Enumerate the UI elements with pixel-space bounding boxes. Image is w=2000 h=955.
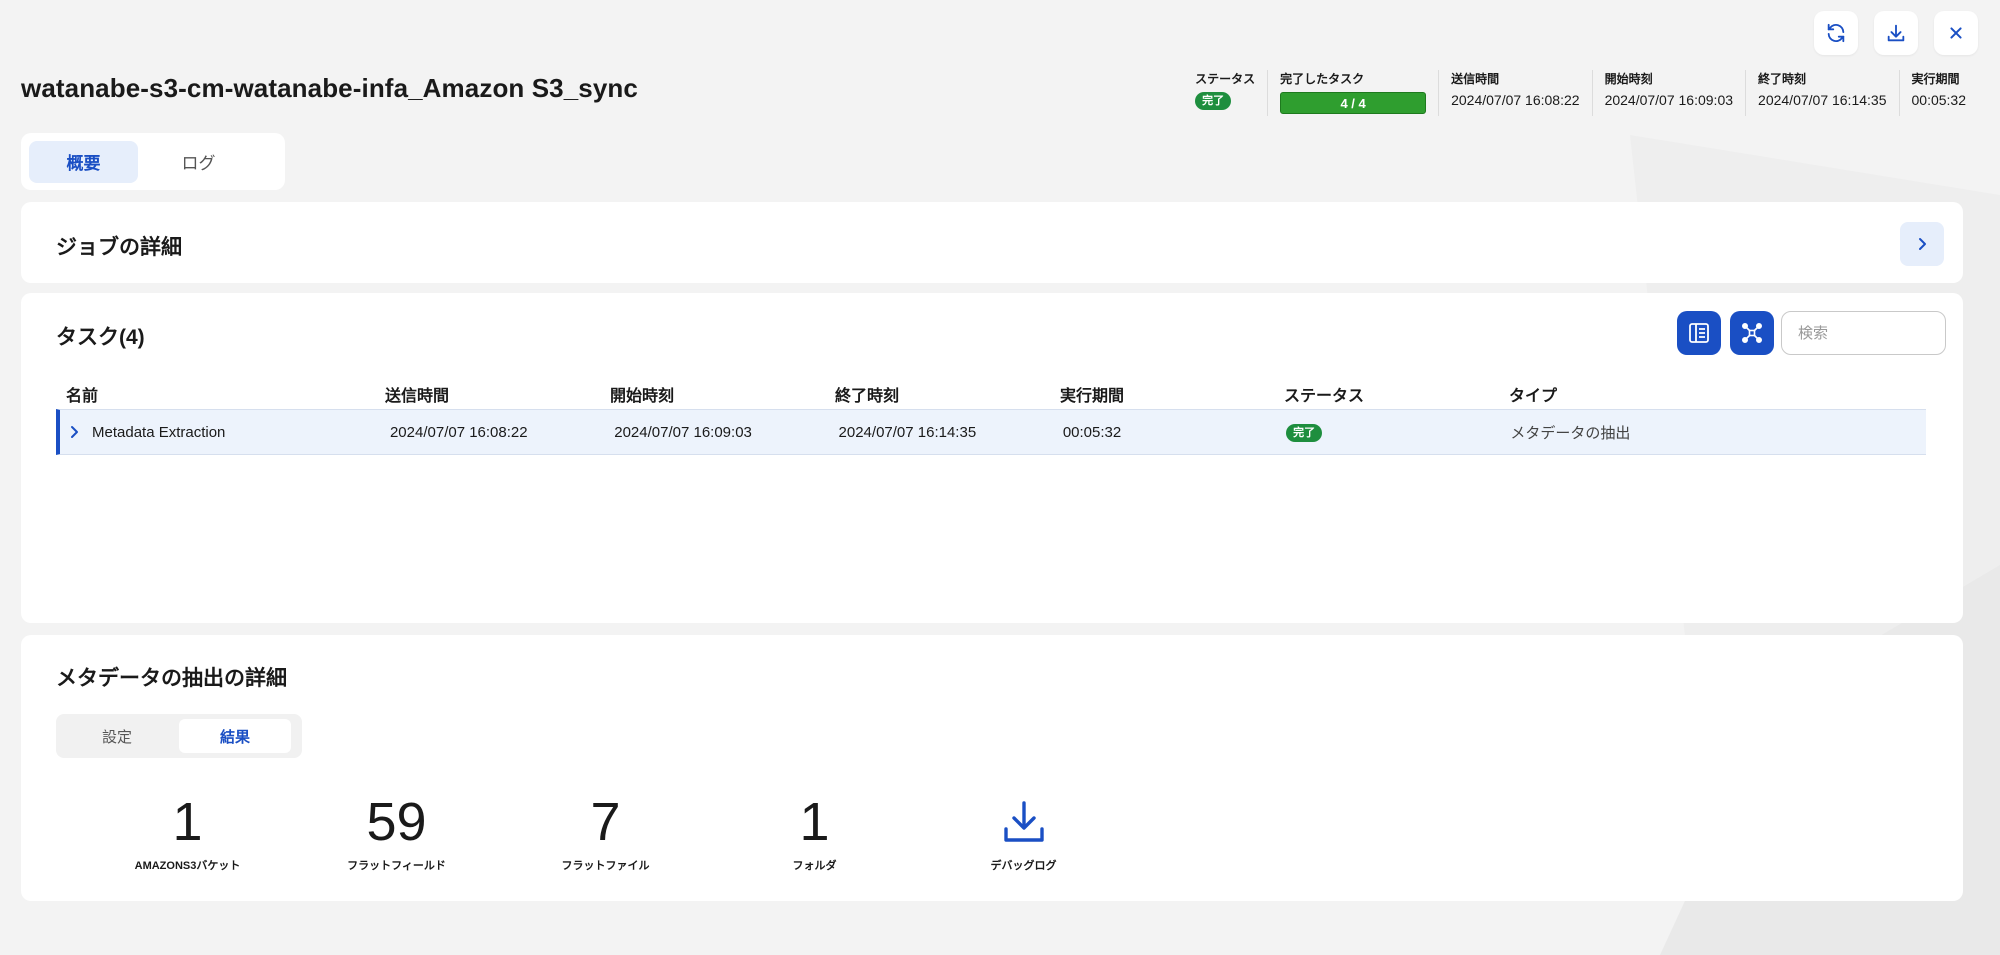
summary-status: ステータス 完了 bbox=[1183, 70, 1267, 116]
status-badge: 完了 bbox=[1286, 423, 1323, 442]
extraction-stats: 1 AMAZONS3バケット 59 フラットフィールド 7 フラットファイル 1… bbox=[83, 793, 1128, 873]
task-start: 2024/07/07 16:09:03 bbox=[614, 423, 752, 441]
stat-value: 7 bbox=[590, 792, 621, 852]
tasks-card: タスク(4) 名前 送信時間 開始時刻 終了時刻 実行期間 ステータス タイプ bbox=[21, 293, 1963, 623]
tab-results[interactable]: 結果 bbox=[179, 719, 291, 753]
stat-label: AMAZONS3バケット bbox=[134, 860, 241, 872]
stat-flat-fields: 59 フラットフィールド bbox=[292, 793, 501, 873]
column-header-end[interactable]: 終了時刻 bbox=[835, 382, 1060, 406]
column-header-type[interactable]: タイプ bbox=[1509, 382, 1926, 406]
status-badge: 完了 bbox=[1195, 92, 1232, 110]
download-button[interactable] bbox=[1874, 11, 1918, 55]
extraction-tabs: 設定 結果 bbox=[56, 714, 302, 758]
stat-value: 1 bbox=[172, 792, 203, 852]
summary-end: 終了時刻 2024/07/07 16:14:35 bbox=[1745, 70, 1898, 116]
summary-submitted: 送信時間 2024/07/07 16:08:22 bbox=[1438, 70, 1591, 116]
stat-value: 1 bbox=[799, 792, 830, 852]
stat-label: フラットファイル bbox=[561, 860, 650, 872]
task-name: Metadata Extraction bbox=[92, 423, 226, 441]
download-icon[interactable] bbox=[1002, 799, 1046, 845]
column-header-duration[interactable]: 実行期間 bbox=[1060, 382, 1284, 406]
tab-settings[interactable]: 設定 bbox=[61, 719, 173, 753]
job-details-title: ジョブの詳細 bbox=[56, 236, 182, 259]
stat-folders: 1 フォルダ bbox=[710, 793, 919, 873]
extraction-details-title: メタデータの抽出の詳細 bbox=[56, 667, 287, 690]
tab-logs[interactable]: ログ bbox=[144, 141, 253, 183]
close-button[interactable] bbox=[1934, 11, 1978, 55]
tab-overview[interactable]: 概要 bbox=[29, 140, 138, 183]
task-status-cell: 完了 bbox=[1286, 423, 1510, 442]
task-duration: 00:05:32 bbox=[1062, 423, 1122, 441]
graph-view-icon bbox=[1741, 322, 1762, 343]
job-details-card: ジョブの詳細 bbox=[21, 202, 1963, 283]
tasks-progress-bar: 4 / 4 bbox=[1280, 92, 1427, 114]
expand-row-chevron-icon[interactable] bbox=[68, 425, 80, 439]
stat-s3-buckets: 1 AMAZONS3バケット bbox=[83, 793, 292, 873]
list-view-button[interactable] bbox=[1677, 311, 1721, 355]
summary-start: 開始時刻 2024/07/07 16:09:03 bbox=[1591, 70, 1745, 116]
page-title: watanabe-s3-cm-watanabe-infa_Amazon S3_s… bbox=[21, 73, 638, 103]
task-type: メタデータの抽出 bbox=[1510, 424, 1631, 442]
stat-flat-files: 7 フラットファイル bbox=[501, 793, 710, 873]
task-name-cell: Metadata Extraction bbox=[60, 424, 388, 441]
summary-duration: 実行期間 00:05:32 bbox=[1898, 70, 1979, 116]
download-icon bbox=[1887, 24, 1905, 42]
tasks-table: 名前 送信時間 開始時刻 終了時刻 実行期間 ステータス タイプ Metadat… bbox=[56, 379, 1926, 455]
job-details-expand-button[interactable] bbox=[1900, 222, 1944, 266]
refresh-button[interactable] bbox=[1814, 11, 1858, 55]
main-tabs: 概要 ログ bbox=[21, 133, 285, 190]
job-summary: ステータス 完了 完了したタスク 4 / 4 送信時間 2024/07/07 1… bbox=[1183, 70, 1978, 116]
column-header-name[interactable]: 名前 bbox=[56, 382, 385, 406]
table-header: 名前 送信時間 開始時刻 終了時刻 実行期間 ステータス タイプ bbox=[56, 379, 1926, 409]
task-end: 2024/07/07 16:14:35 bbox=[838, 423, 977, 441]
task-submitted: 2024/07/07 16:08:22 bbox=[389, 423, 528, 441]
list-view-icon bbox=[1689, 323, 1709, 343]
extraction-details-card: メタデータの抽出の詳細 設定 結果 1 AMAZONS3バケット 59 フラット… bbox=[21, 635, 1963, 901]
summary-tasks: 完了したタスク 4 / 4 bbox=[1267, 70, 1438, 116]
search-input[interactable] bbox=[1781, 311, 1946, 355]
debug-log-label: デバッグログ bbox=[990, 860, 1057, 872]
debug-log-download[interactable]: デバッグログ bbox=[919, 793, 1128, 873]
top-actions bbox=[1814, 11, 1978, 55]
column-header-submitted[interactable]: 送信時間 bbox=[385, 382, 610, 406]
view-toggle bbox=[1677, 311, 1774, 355]
graph-view-button[interactable] bbox=[1730, 311, 1774, 355]
stat-label: フラットフィールド bbox=[347, 860, 446, 872]
stat-label: フォルダ bbox=[792, 860, 837, 872]
refresh-icon bbox=[1827, 23, 1845, 43]
column-header-start[interactable]: 開始時刻 bbox=[610, 382, 835, 406]
chevron-right-icon bbox=[1919, 238, 1926, 250]
table-row[interactable]: Metadata Extraction 2024/07/07 16:08:22 … bbox=[56, 409, 1926, 455]
close-icon bbox=[1950, 27, 1962, 39]
tasks-title: タスク(4) bbox=[56, 326, 145, 349]
column-header-status[interactable]: ステータス bbox=[1284, 382, 1509, 406]
stat-value: 59 bbox=[366, 792, 427, 852]
